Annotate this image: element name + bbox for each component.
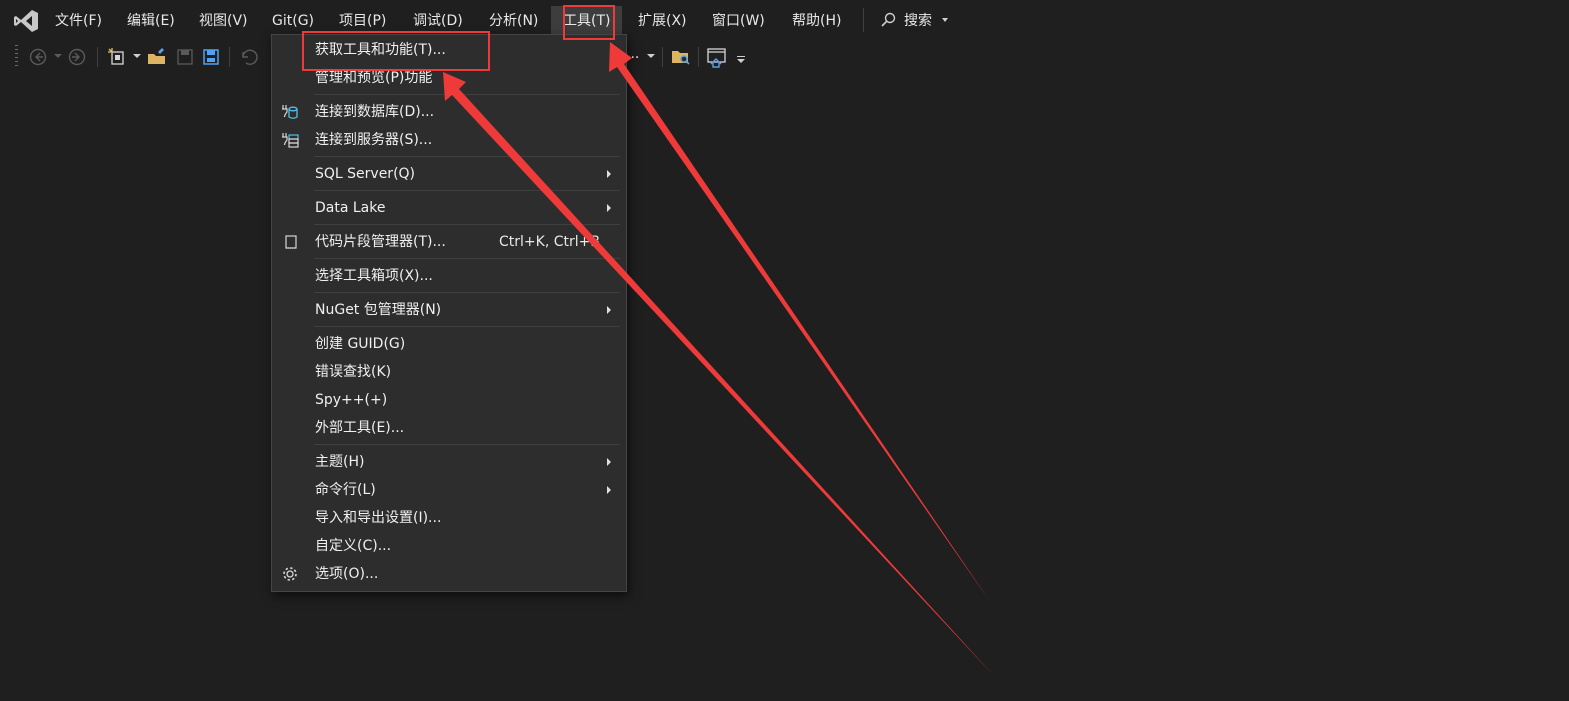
search-dropdown-icon — [942, 18, 949, 22]
toolbar-separator — [698, 47, 699, 67]
database-connect-icon — [282, 105, 298, 119]
menu-edit[interactable]: 编辑(E) — [125, 10, 177, 32]
menu-item-label: 外部工具(E)... — [315, 420, 405, 436]
menu-file[interactable]: 文件(F) — [53, 10, 104, 32]
menu-item-theme[interactable]: 主题(H) — [272, 449, 626, 475]
server-connect-icon — [282, 133, 299, 148]
menu-separator — [314, 94, 620, 95]
annotation-arrows — [443, 42, 995, 677]
submenu-arrow-icon — [607, 486, 611, 494]
menu-analyze[interactable]: 分析(N) — [487, 10, 540, 32]
menu-item-connect-to-database[interactable]: 连接到数据库(D)... — [272, 99, 626, 125]
search-icon — [881, 12, 896, 27]
toolbar-truncated-text: ... — [626, 46, 640, 62]
menu-item-label: 选项(O)... — [315, 566, 379, 582]
menu-item-data-lake[interactable]: Data Lake — [272, 195, 626, 221]
menu-item-label: 错误查找(K) — [315, 364, 392, 380]
menu-item-label: 连接到服务器(S)... — [315, 132, 433, 148]
submenu-arrow-icon — [607, 204, 611, 212]
toolbar-separator — [662, 47, 663, 67]
menu-item-command-line[interactable]: 命令行(L) — [272, 477, 626, 503]
menu-item-label: 连接到数据库(D)... — [315, 104, 435, 120]
menu-item-shortcut: Ctrl+K, Ctrl+B — [499, 234, 599, 250]
menu-window[interactable]: 窗口(W) — [710, 10, 767, 32]
visual-studio-logo-icon — [14, 10, 38, 32]
new-project-dropdown-icon[interactable] — [133, 54, 141, 58]
toolbar-separator — [97, 47, 98, 67]
menu-view[interactable]: 视图(V) — [197, 10, 250, 32]
menu-item-create-guid[interactable]: 创建 GUID(G) — [272, 331, 626, 357]
menu-item-choose-toolbox-items[interactable]: 选择工具箱项(X)... — [272, 263, 626, 289]
menu-separator — [314, 224, 620, 225]
menu-separator — [314, 292, 620, 293]
menu-item-label: Data Lake — [315, 200, 386, 216]
menu-item-label: 命令行(L) — [315, 482, 376, 498]
menu-item-external-tools[interactable]: 外部工具(E)... — [272, 415, 626, 441]
menu-separator — [314, 190, 620, 191]
gear-icon — [283, 567, 297, 581]
menu-separator — [314, 156, 620, 157]
menu-item-spy-plus-plus[interactable]: Spy++(+) — [272, 387, 626, 413]
back-dropdown-icon[interactable] — [54, 54, 62, 58]
menu-item-label: NuGet 包管理器(N) — [315, 302, 442, 318]
menu-item-label: 选择工具箱项(X)... — [315, 268, 433, 284]
standard-toolbar: ... — [0, 42, 1569, 72]
menu-help[interactable]: 帮助(H) — [790, 10, 843, 32]
menu-item-label: 自定义(C)... — [315, 538, 392, 554]
menu-item-error-lookup[interactable]: 错误查找(K) — [272, 359, 626, 385]
forward-icon[interactable] — [66, 46, 88, 68]
new-project-icon[interactable] — [106, 46, 128, 68]
menu-separator — [314, 258, 620, 259]
menu-item-nuget-package-manager[interactable]: NuGet 包管理器(N) — [272, 297, 626, 323]
toolbar-separator — [229, 47, 230, 67]
menu-item-label: SQL Server(Q) — [315, 166, 416, 182]
submenu-arrow-icon — [607, 306, 611, 314]
menu-item-label: 代码片段管理器(T)... — [315, 234, 446, 250]
back-icon[interactable] — [27, 46, 49, 68]
toolbar-overflow-icon[interactable] — [737, 56, 745, 63]
configuration-dropdown-icon[interactable] — [647, 54, 655, 58]
save-all-icon[interactable] — [200, 46, 222, 68]
open-file-icon[interactable] — [146, 46, 168, 68]
submenu-arrow-icon — [607, 170, 611, 178]
arrow-to-tools-menu — [609, 42, 991, 603]
menu-project[interactable]: 项目(P) — [337, 10, 388, 32]
menu-debug[interactable]: 调试(D) — [411, 10, 465, 32]
highlight-box-get-tools — [302, 31, 490, 71]
undo-icon[interactable] — [237, 46, 259, 68]
menu-item-label: 创建 GUID(G) — [315, 336, 406, 352]
highlight-box-tools-menu — [563, 5, 615, 40]
menu-item-options[interactable]: 选项(O)... — [272, 561, 626, 587]
toolbar-grip[interactable] — [15, 45, 18, 69]
menu-item-code-snippets-manager[interactable]: 代码片段管理器(T)... Ctrl+K, Ctrl+B — [272, 229, 626, 255]
menu-separator — [314, 444, 620, 445]
menu-item-label: Spy++(+) — [315, 392, 388, 408]
menu-item-import-export-settings[interactable]: 导入和导出设置(I)... — [272, 505, 626, 531]
menu-item-connect-to-server[interactable]: 连接到服务器(S)... — [272, 127, 626, 153]
tools-menu: 获取工具和功能(T)... 管理和预览(P)功能 连接到数据库(D)... 连接… — [271, 34, 627, 592]
snippet-manager-icon — [285, 235, 297, 249]
menu-separator — [863, 8, 864, 32]
menu-item-sql-server[interactable]: SQL Server(Q) — [272, 161, 626, 187]
submenu-arrow-icon — [607, 458, 611, 466]
menu-git[interactable]: Git(G) — [270, 10, 316, 32]
menu-extensions[interactable]: 扩展(X) — [636, 10, 689, 32]
save-icon[interactable] — [174, 46, 196, 68]
search-button[interactable]: 搜索 — [880, 10, 949, 32]
folder-search-icon[interactable] — [670, 46, 692, 68]
home-window-icon[interactable] — [706, 46, 728, 68]
menu-separator — [314, 326, 620, 327]
search-label: 搜索 — [904, 13, 932, 29]
menu-item-label: 导入和导出设置(I)... — [315, 510, 442, 526]
menu-bar: 文件(F) 编辑(E) 视图(V) Git(G) 项目(P) 调试(D) 分析(… — [0, 0, 1569, 41]
menu-item-label: 主题(H) — [315, 454, 365, 470]
menu-item-customize[interactable]: 自定义(C)... — [272, 533, 626, 559]
